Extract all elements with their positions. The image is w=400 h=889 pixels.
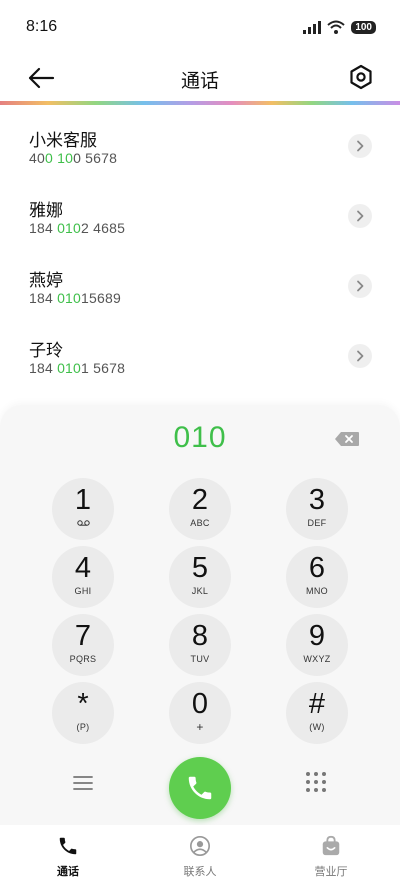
contact-detail-button[interactable] bbox=[348, 344, 372, 368]
dialpad-toggle-icon[interactable] bbox=[305, 771, 327, 793]
phone-icon bbox=[188, 776, 212, 800]
contact-item[interactable]: 子玲 184 0101 5678 bbox=[0, 320, 400, 390]
dial-key-8[interactable]: 8 TUV bbox=[169, 614, 231, 676]
header: 通话 bbox=[0, 56, 400, 100]
bottom-nav: 通话 联系人 营业厅 bbox=[0, 825, 400, 889]
nav-label: 通话 bbox=[57, 865, 79, 878]
wifi-icon bbox=[327, 20, 345, 34]
dial-key-1[interactable]: 1 bbox=[52, 478, 114, 540]
dial-key-0[interactable]: 0 + bbox=[169, 682, 231, 744]
chevron-right-icon bbox=[357, 210, 364, 222]
page-title: 通话 bbox=[180, 70, 219, 92]
contact-detail-button[interactable] bbox=[348, 274, 372, 298]
contact-number: 184 01015689 bbox=[29, 290, 121, 306]
phone-icon bbox=[59, 837, 77, 855]
bag-icon bbox=[322, 835, 340, 856]
chevron-right-icon bbox=[357, 350, 364, 362]
contact-name: 小米客服 bbox=[29, 131, 97, 151]
call-button[interactable] bbox=[169, 757, 231, 819]
nav-tab-contacts[interactable]: 联系人 bbox=[155, 835, 245, 883]
signal-icon bbox=[303, 20, 322, 34]
nav-tab-calls[interactable]: 通话 bbox=[23, 835, 113, 883]
chevron-right-icon bbox=[357, 280, 364, 292]
contact-name: 雅娜 bbox=[29, 201, 63, 221]
chevron-right-icon bbox=[357, 140, 364, 152]
nav-tab-store[interactable]: 营业厅 bbox=[286, 835, 376, 883]
dial-key-7[interactable]: 7 PQRS bbox=[52, 614, 114, 676]
contact-list: 小米客服 400 100 5678 雅娜 184 0102 4685 燕婷 18… bbox=[0, 110, 400, 390]
dial-key-hash[interactable]: # (W) bbox=[286, 682, 348, 744]
settings-icon[interactable] bbox=[348, 64, 374, 90]
contact-name: 燕婷 bbox=[29, 271, 63, 291]
contact-number: 400 100 5678 bbox=[29, 150, 118, 166]
contact-item[interactable]: 雅娜 184 0102 4685 bbox=[0, 180, 400, 250]
person-icon bbox=[190, 836, 210, 856]
contact-number: 184 0102 4685 bbox=[29, 220, 126, 236]
nav-label: 营业厅 bbox=[314, 865, 348, 878]
dial-key-9[interactable]: 9 WXYZ bbox=[286, 614, 348, 676]
header-divider bbox=[0, 101, 400, 105]
dialpad-panel: 010 1 2 ABC 3 DEF 4 GHI 5 JKL 6 MNO 7 PQ… bbox=[0, 405, 400, 825]
voicemail-icon bbox=[77, 520, 90, 526]
contact-number: 184 0101 5678 bbox=[29, 360, 126, 376]
dial-key-2[interactable]: 2 ABC bbox=[169, 478, 231, 540]
dial-key-3[interactable]: 3 DEF bbox=[286, 478, 348, 540]
nav-label: 联系人 bbox=[183, 865, 217, 878]
contact-detail-button[interactable] bbox=[348, 134, 372, 158]
contact-name: 子玲 bbox=[29, 341, 63, 361]
battery-indicator: 100 bbox=[351, 20, 376, 34]
backspace-icon[interactable] bbox=[334, 431, 360, 447]
dial-key-5[interactable]: 5 JKL bbox=[169, 546, 231, 608]
status-icons: 100 bbox=[303, 20, 376, 34]
status-time: 8:16 bbox=[26, 18, 58, 35]
contact-detail-button[interactable] bbox=[348, 204, 372, 228]
dial-key-6[interactable]: 6 MNO bbox=[286, 546, 348, 608]
contact-item[interactable]: 小米客服 400 100 5678 bbox=[0, 110, 400, 180]
menu-icon[interactable] bbox=[72, 774, 94, 792]
dial-key-4[interactable]: 4 GHI bbox=[52, 546, 114, 608]
contact-item[interactable]: 燕婷 184 01015689 bbox=[0, 250, 400, 320]
dial-key-star[interactable]: * (P) bbox=[52, 682, 114, 744]
status-bar: 8:16 100 bbox=[0, 0, 400, 56]
